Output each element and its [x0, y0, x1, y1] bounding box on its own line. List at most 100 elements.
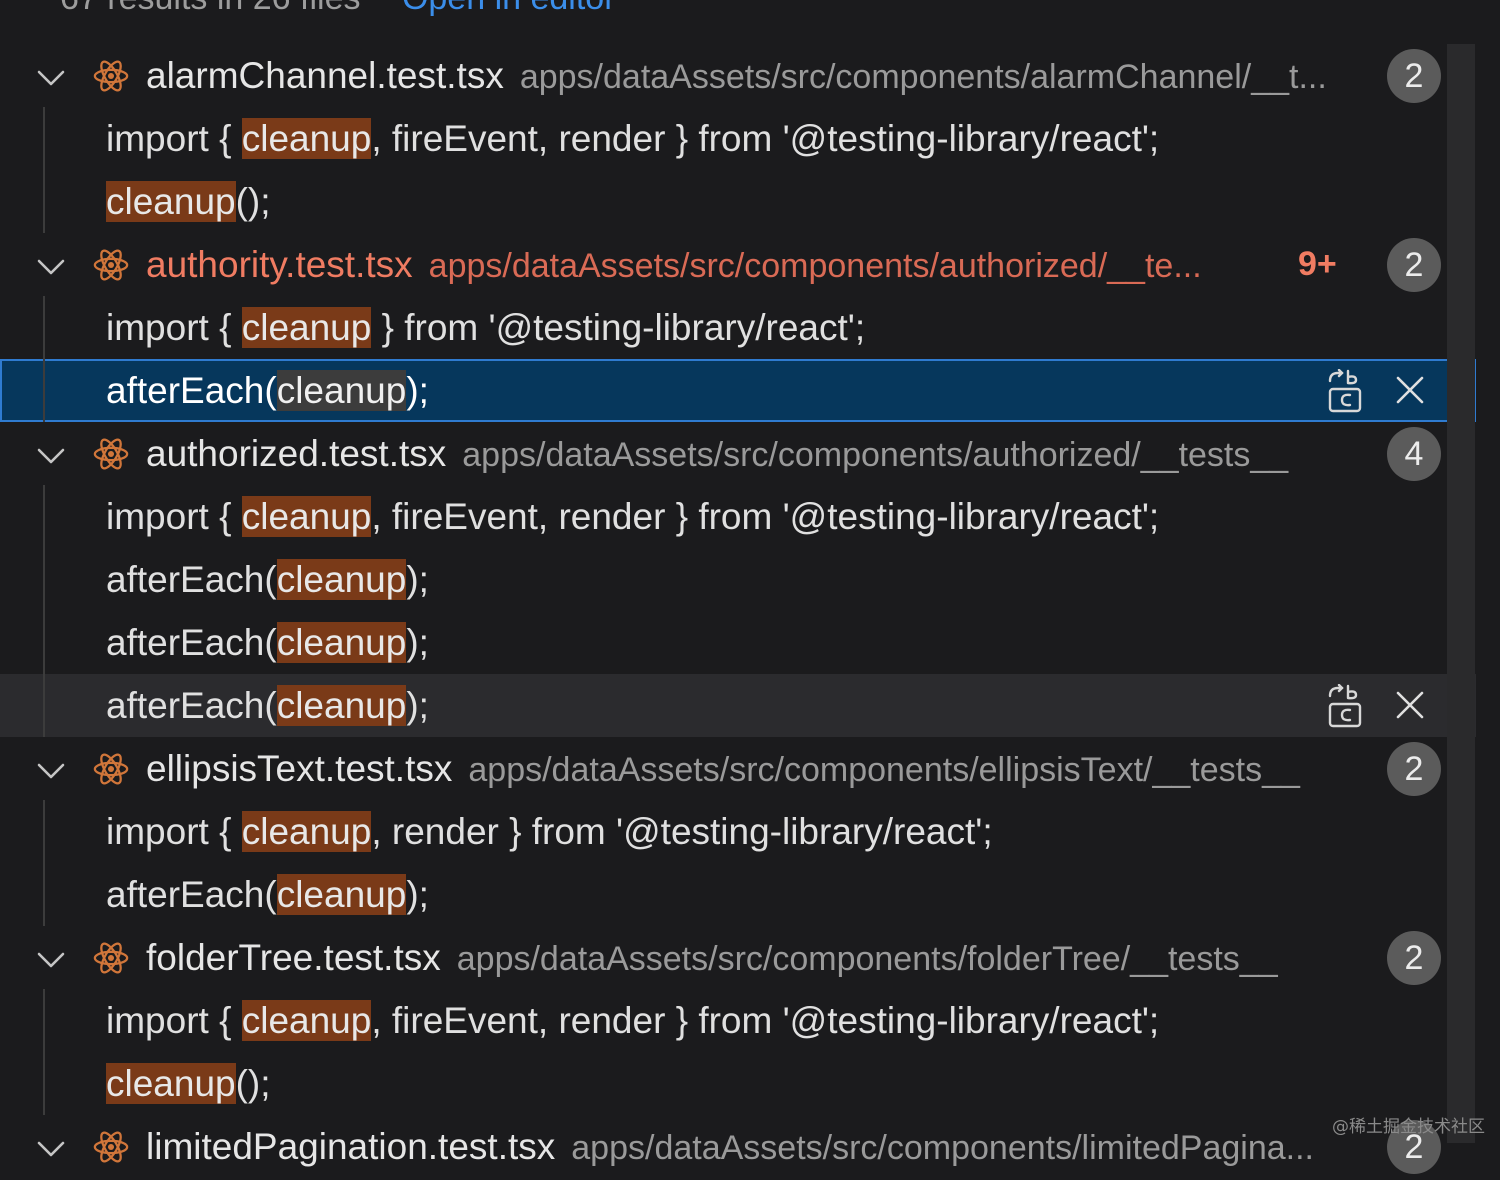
file-name-text: alarmChannel.test.tsx [146, 55, 504, 96]
file-path: apps/dataAssets/src/components/authorize… [462, 436, 1289, 474]
close-icon[interactable] [1394, 689, 1426, 721]
match-line: import { cleanup } from '@testing-librar… [106, 296, 865, 359]
match-count-badge: 2 [1387, 49, 1441, 103]
match-before: import { [106, 811, 242, 852]
match-line: import { cleanup, fireEvent, render } fr… [106, 107, 1159, 170]
file-name-text: authority.test.tsx [146, 244, 413, 285]
match-highlight: cleanup [276, 622, 407, 663]
match-before: afterEach( [106, 685, 277, 726]
match-before: afterEach( [106, 874, 277, 915]
match-highlight: cleanup [241, 118, 372, 159]
file-name-text: limitedPagination.test.tsx [146, 1126, 556, 1167]
match-line: afterEach(cleanup); [106, 863, 429, 926]
match-row[interactable]: afterEach(cleanup); [0, 611, 1476, 674]
react-file-icon [92, 57, 130, 95]
results-summary-bar: 67 results in 26 files Open in editor [60, 0, 616, 18]
chevron-down-icon[interactable] [34, 753, 68, 787]
match-count-badge: 4 [1387, 427, 1441, 481]
match-after: ); [406, 622, 429, 663]
file-row[interactable]: authorized.test.tsx apps/dataAssets/src/c… [0, 422, 1476, 485]
match-row[interactable]: import { cleanup, render } from '@testin… [0, 800, 1476, 863]
match-line: import { cleanup, render } from '@testin… [106, 800, 993, 863]
match-highlight: cleanup [276, 874, 407, 915]
react-file-icon [92, 750, 130, 788]
match-before: import { [106, 1000, 242, 1041]
match-after: ); [406, 370, 429, 411]
search-results-tree: alarmChannel.test.tsx apps/dataAssets/src… [0, 44, 1476, 1178]
match-before: afterEach( [106, 559, 277, 600]
file-name-text: ellipsisText.test.tsx [146, 748, 453, 789]
match-after: (); [235, 1063, 271, 1104]
file-row[interactable]: limitedPagination.test.tsx apps/dataAsset… [0, 1115, 1476, 1178]
match-after: } from '@testing-library/react'; [371, 307, 866, 348]
file-row[interactable]: alarmChannel.test.tsx apps/dataAssets/src… [0, 44, 1476, 107]
match-after: , fireEvent, render } from '@testing-lib… [371, 118, 1160, 159]
match-highlight: cleanup [241, 307, 372, 348]
file-name: authorized.test.tsx apps/dataAssets/src/c… [146, 422, 1288, 485]
indent-guide [43, 107, 45, 170]
file-row[interactable]: authority.test.tsx apps/dataAssets/src/co… [0, 233, 1476, 296]
scrollbar[interactable] [1447, 44, 1475, 1143]
match-line: afterEach(cleanup); [106, 359, 429, 422]
file-name: alarmChannel.test.tsx apps/dataAssets/src… [146, 44, 1327, 107]
match-count-badge: 2 [1387, 931, 1441, 985]
indent-guide [43, 800, 45, 863]
match-row[interactable]: import { cleanup } from '@testing-librar… [0, 296, 1476, 359]
match-line: cleanup(); [106, 170, 271, 233]
replace-icon[interactable] [1326, 368, 1364, 413]
file-name: folderTree.test.tsx apps/dataAssets/src/c… [146, 926, 1278, 989]
match-row[interactable]: import { cleanup, fireEvent, render } fr… [0, 485, 1476, 548]
match-after: (); [235, 181, 271, 222]
match-highlight: cleanup [276, 370, 407, 411]
match-line: afterEach(cleanup); [106, 548, 429, 611]
indent-guide [43, 170, 45, 233]
match-row[interactable]: cleanup(); [0, 170, 1476, 233]
indent-guide [43, 296, 45, 359]
indent-guide [43, 674, 45, 737]
chevron-down-icon[interactable] [34, 942, 68, 976]
file-name: limitedPagination.test.tsx apps/dataAsset… [146, 1115, 1314, 1178]
problems-count: 9+ [1298, 245, 1337, 283]
indent-guide [43, 359, 45, 422]
chevron-down-icon[interactable] [34, 438, 68, 472]
match-highlight: cleanup [276, 685, 407, 726]
match-count-badge: 2 [1387, 742, 1441, 796]
match-line: afterEach(cleanup); [106, 611, 429, 674]
match-row[interactable]: cleanup(); [0, 1052, 1476, 1115]
file-path: apps/dataAssets/src/components/limitedPa… [571, 1129, 1314, 1167]
close-icon[interactable] [1394, 374, 1426, 406]
match-row[interactable]: afterEach(cleanup); [0, 863, 1476, 926]
match-highlight: cleanup [106, 1063, 236, 1104]
indent-guide [43, 989, 45, 1052]
replace-icon[interactable] [1326, 683, 1364, 728]
match-after: ); [406, 559, 429, 600]
chevron-down-icon[interactable] [34, 1131, 68, 1165]
chevron-down-icon[interactable] [34, 249, 68, 283]
match-highlight: cleanup [276, 559, 407, 600]
match-row[interactable]: import { cleanup, fireEvent, render } fr… [0, 989, 1476, 1052]
match-before: afterEach( [106, 370, 277, 411]
match-after: ); [406, 685, 429, 726]
match-row[interactable]: import { cleanup, fireEvent, render } fr… [0, 107, 1476, 170]
results-summary: 67 results in 26 files [60, 0, 361, 17]
indent-guide [43, 611, 45, 674]
file-path: apps/dataAssets/src/components/folderTre… [456, 940, 1278, 978]
indent-guide [43, 863, 45, 926]
indent-guide [43, 485, 45, 548]
match-before: import { [106, 118, 242, 159]
match-row[interactable]: afterEach(cleanup); [0, 359, 1476, 422]
react-file-icon [92, 1128, 130, 1166]
match-before: import { [106, 307, 242, 348]
match-highlight: cleanup [241, 811, 372, 852]
match-line: import { cleanup, fireEvent, render } fr… [106, 485, 1159, 548]
file-row[interactable]: folderTree.test.tsx apps/dataAssets/src/c… [0, 926, 1476, 989]
file-row[interactable]: ellipsisText.test.tsx apps/dataAssets/src… [0, 737, 1476, 800]
chevron-down-icon[interactable] [34, 60, 68, 94]
file-name: ellipsisText.test.tsx apps/dataAssets/src… [146, 737, 1300, 800]
match-before: import { [106, 496, 242, 537]
match-line: import { cleanup, fireEvent, render } fr… [106, 989, 1159, 1052]
match-row[interactable]: afterEach(cleanup); [0, 548, 1476, 611]
open-in-editor-link[interactable]: Open in editor [402, 0, 616, 17]
file-name-text: authorized.test.tsx [146, 433, 447, 474]
match-row[interactable]: afterEach(cleanup); [0, 674, 1476, 737]
